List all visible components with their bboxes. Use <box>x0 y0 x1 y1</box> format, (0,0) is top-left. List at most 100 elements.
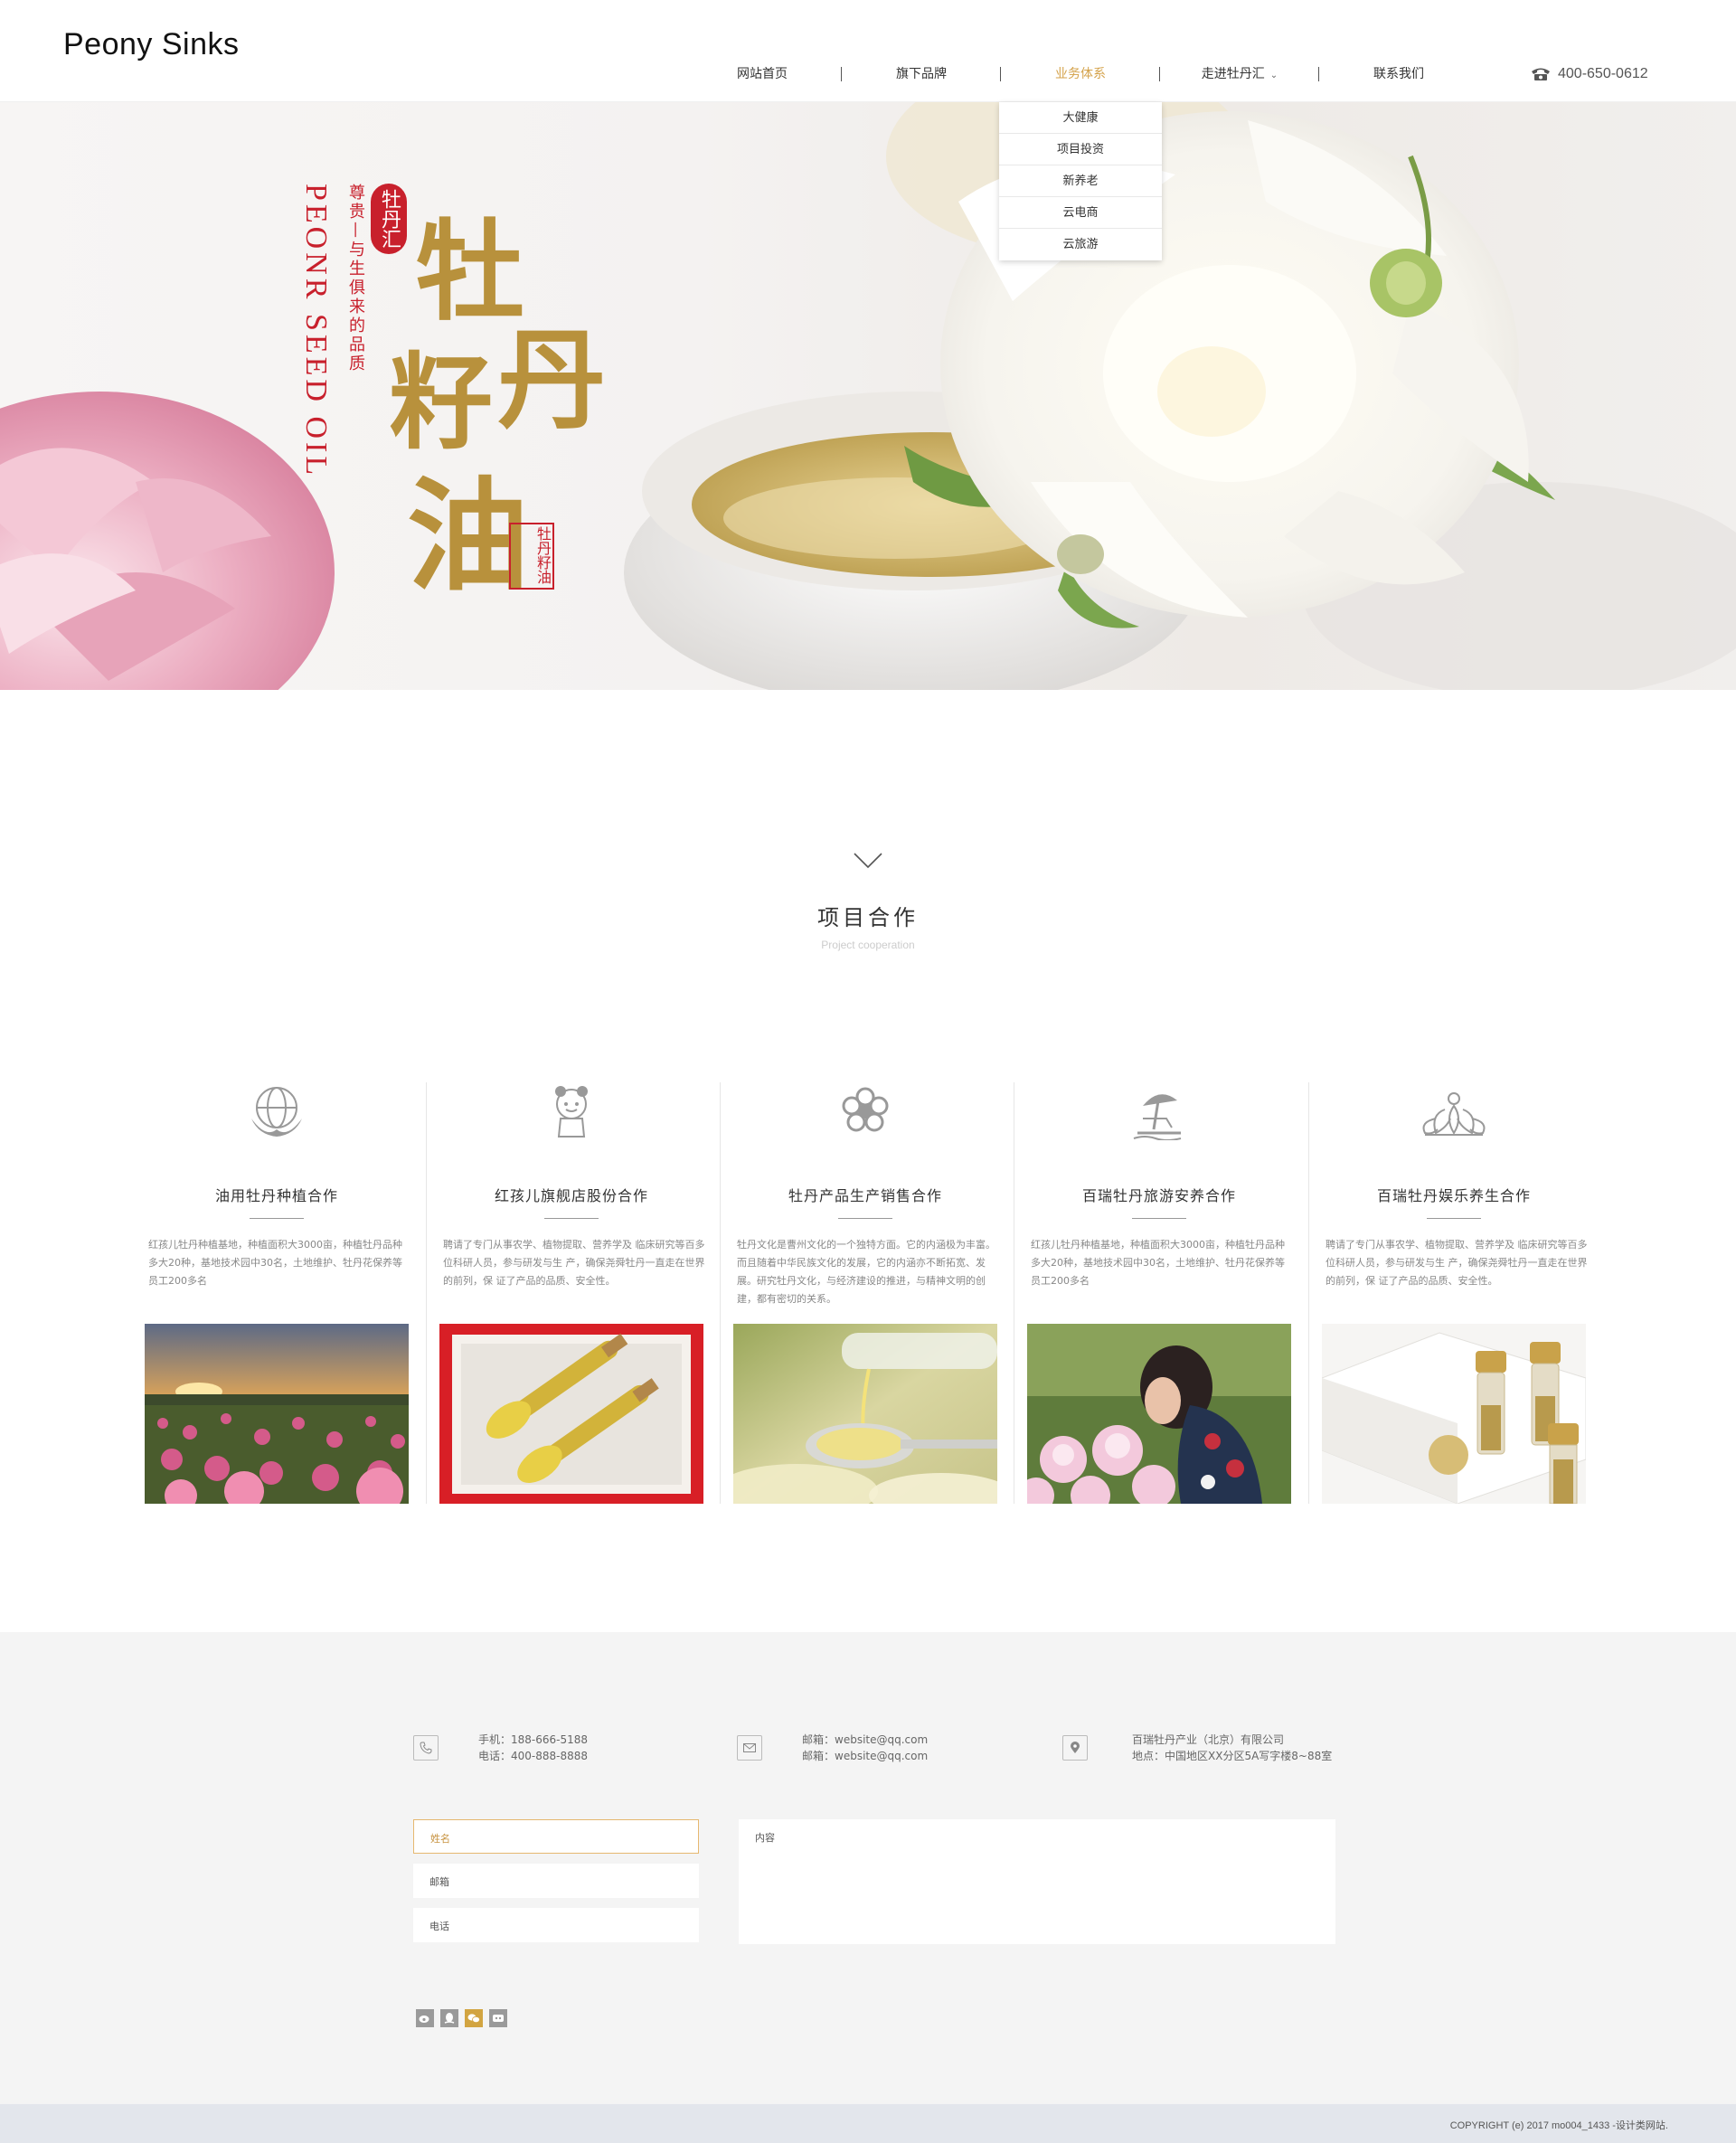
nav-brands-label: 旗下品牌 <box>896 67 947 81</box>
card-divider <box>426 1082 427 1504</box>
card-description: 红孩儿牡丹种植基地，种植面积大3000亩，种植牡丹品种多大20种，基地技术园中3… <box>148 1239 402 1287</box>
card-title: 油用牡丹种植合作 <box>214 1187 338 1204</box>
project-cards: 油用牡丹种植合作 红孩儿牡丹种植基地，种植面积大3000亩，种植牡丹品种多大20… <box>145 1082 1588 1504</box>
hero-english-title: PEONR SEED OIL <box>299 184 333 479</box>
card-image-oil-giftbox <box>439 1324 703 1504</box>
card-icon-wrap <box>1027 1082 1291 1146</box>
hero-illustration <box>0 102 1736 690</box>
dropdown-item-tourism[interactable]: 云旅游 <box>999 229 1162 260</box>
project-card-production-sales[interactable]: 牡丹产品生产销售合作 牡丹文化是曹州文化的一个独特方面。它的内涵极为丰富。而且随… <box>733 1082 997 1504</box>
header-phone: 400-650-0612 <box>1531 63 1648 85</box>
nav-home-label: 网站首页 <box>737 67 788 81</box>
name-field[interactable]: 姓名 <box>413 1819 699 1854</box>
nav-divider <box>841 67 842 81</box>
card-title: 红孩儿旗舰店股份合作 <box>494 1187 648 1204</box>
content-textarea[interactable]: 内容 <box>739 1819 1335 1944</box>
calligraphy-char-2: 丹 <box>497 316 606 444</box>
nav-divider <box>1318 67 1319 81</box>
phone-icon <box>413 1735 439 1761</box>
lotus-icon <box>1422 1092 1486 1136</box>
contact-company: 百瑞牡丹产业（北京）有限公司 <box>1132 1733 1285 1746</box>
nav-contact[interactable]: 联系我们 <box>1319 63 1478 85</box>
card-title: 百瑞牡丹娱乐养生合作 <box>1376 1187 1531 1204</box>
card-description: 聘请了专门从事农学、植物提取、营养学及 临床研究等百多位科研人员，参与研发与生 … <box>1326 1239 1588 1287</box>
card-description: 牡丹文化是曹州文化的一个独特方面。它的内涵极为丰富。而且随着中华民族文化的发展，… <box>737 1239 995 1305</box>
project-card-flagship-store[interactable]: 红孩儿旗舰店股份合作 聘请了专门从事农学、植物提取、营养学及 临床研究等百多位科… <box>439 1082 705 1504</box>
contact-mobile: 手机：188-666-5188 <box>478 1733 589 1746</box>
nav-contact-label: 联系我们 <box>1373 67 1424 81</box>
logo[interactable]: Peony Sinks <box>63 27 240 62</box>
dropdown-item-investment[interactable]: 项目投资 <box>999 134 1162 165</box>
nav-brands[interactable]: 旗下品牌 <box>842 63 1001 85</box>
card-title: 百瑞牡丹旅游安养合作 <box>1081 1187 1236 1204</box>
card-underline <box>544 1218 599 1219</box>
dropdown-item-ecommerce[interactable]: 云电商 <box>999 197 1162 229</box>
card-description: 红孩儿牡丹种植基地，种植面积大3000亩，种植牡丹品种多大20种，基地技术园中3… <box>1031 1239 1285 1287</box>
contact-section: 手机：188-666-5188 电话：400-888-8888 邮箱：websi… <box>0 1632 1736 2104</box>
site-footer: COPYRIGHT (e) 2017 mo004_1433 -设计类网站. <box>0 2104 1736 2143</box>
main-nav: 网站首页 旗下品牌 业务体系 走进牡丹汇 ⌄ 联系我们 <box>683 63 1478 85</box>
project-card-planting[interactable]: 油用牡丹种植合作 红孩儿牡丹种植基地，种植面积大3000亩，种植牡丹品种多大20… <box>145 1082 409 1504</box>
card-image-oil-spoon <box>733 1324 997 1504</box>
card-image-product-vials <box>1322 1324 1586 1504</box>
card-divider <box>720 1082 721 1504</box>
telephone-icon <box>1532 68 1550 80</box>
card-underline <box>1427 1218 1481 1219</box>
red-stamp: 牡丹籽油 <box>509 523 554 590</box>
beach-umbrella-icon <box>1133 1094 1182 1140</box>
nav-home[interactable]: 网站首页 <box>683 63 842 85</box>
section-title: 项目合作 <box>817 905 919 930</box>
contact-email-1: 邮箱：website@qq.com <box>802 1733 929 1746</box>
card-title: 牡丹产品生产销售合作 <box>788 1187 942 1204</box>
page: { "header": { "logo": "Peony Sinks", "na… <box>0 0 1736 2143</box>
card-image-peony-field <box>145 1324 409 1504</box>
nav-divider <box>1159 67 1160 81</box>
email-field[interactable]: 邮箱 <box>413 1864 699 1898</box>
location-pin-icon <box>1062 1735 1088 1761</box>
contact-address: 地点：中国地区XX分区5A写字楼8~88室 <box>1132 1750 1333 1762</box>
brand-seal-circles: 牡丹汇 <box>371 184 409 254</box>
red-stamp-text: 牡丹籽油 <box>534 526 552 584</box>
contact-email-text: 邮箱：website@qq.com 邮箱：website@qq.com <box>802 1732 1164 1764</box>
nav-about[interactable]: 走进牡丹汇 ⌄ <box>1160 63 1319 85</box>
globe-icon <box>251 1087 302 1137</box>
business-dropdown-menu: 大健康 项目投资 新养老 云电商 云旅游 <box>999 102 1162 260</box>
nav-business[interactable]: 业务体系 <box>1001 63 1160 85</box>
oil-giftbox-photo <box>439 1324 703 1504</box>
project-card-wellness[interactable]: 百瑞牡丹娱乐养生合作 聘请了专门从事农学、植物提取、营养学及 临床研究等百多位科… <box>1322 1082 1588 1504</box>
header-phone-number: 400-650-0612 <box>1558 66 1648 81</box>
card-underline <box>1132 1218 1186 1219</box>
peony-icon <box>842 1087 889 1132</box>
phone-field[interactable]: 电话 <box>413 1908 699 1942</box>
product-vials-photo <box>1322 1324 1586 1504</box>
nav-business-label: 业务体系 <box>1055 67 1106 81</box>
card-icon-wrap <box>733 1082 997 1146</box>
weibo-icon[interactable] <box>416 2009 434 2027</box>
brand-seal-text: 牡丹汇 <box>371 184 407 254</box>
contact-email-2: 邮箱：website@qq.com <box>802 1750 929 1762</box>
dropdown-item-health[interactable]: 大健康 <box>999 102 1162 134</box>
card-divider <box>1308 1082 1309 1504</box>
qq-icon[interactable] <box>440 2009 458 2027</box>
tencent-weibo-icon[interactable] <box>489 2009 507 2027</box>
card-icon-wrap <box>439 1082 703 1146</box>
dropdown-item-elderly-care[interactable]: 新养老 <box>999 165 1162 197</box>
nav-divider <box>1000 67 1001 81</box>
card-icon-wrap <box>1322 1082 1586 1146</box>
project-section-heading: 项目合作 Project cooperation <box>0 845 1736 951</box>
woman-peony-photo <box>1027 1324 1291 1504</box>
card-icon-wrap <box>145 1082 409 1146</box>
peony-field-photo <box>145 1324 409 1504</box>
contact-telephone: 电话：400-888-8888 <box>478 1750 589 1762</box>
site-header: Peony Sinks 网站首页 旗下品牌 业务体系 走进牡丹汇 ⌄ 联系我们 4… <box>0 0 1736 102</box>
mail-icon <box>737 1735 762 1761</box>
hero-tagline: 尊贵—与生俱来的品质 <box>346 184 365 373</box>
card-image-woman-peony <box>1027 1324 1291 1504</box>
card-underline <box>838 1218 892 1219</box>
hero-banner: PEONR SEED OIL 牡丹汇 尊贵—与生俱来的品质 牡 丹 籽 油 牡丹… <box>0 102 1736 690</box>
copyright-text: COPYRIGHT (e) 2017 mo004_1433 -设计类网站. <box>1449 2120 1668 2131</box>
project-card-tourism[interactable]: 百瑞牡丹旅游安养合作 红孩儿牡丹种植基地，种植面积大3000亩，种植牡丹品种多大… <box>1027 1082 1291 1504</box>
chevron-down-icon: ⌄ <box>1269 71 1278 80</box>
wechat-icon[interactable] <box>465 2009 483 2027</box>
contact-address-text: 百瑞牡丹产业（北京）有限公司 地点：中国地区XX分区5A写字楼8~88室 <box>1132 1732 1494 1764</box>
